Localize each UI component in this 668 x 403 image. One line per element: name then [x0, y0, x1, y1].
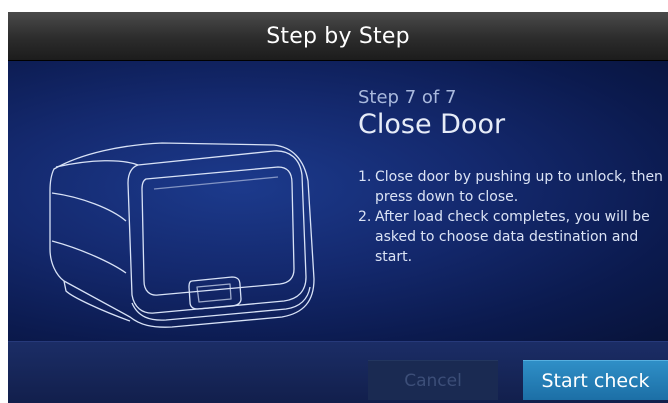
step-counter: Step 7 of 7 — [358, 87, 457, 108]
step-title: Close Door — [358, 109, 506, 140]
instruction-item: 1. Close door by pushing up to unlock, t… — [358, 167, 664, 207]
title-bar: Step by Step — [8, 12, 668, 61]
cancel-button[interactable]: Cancel — [368, 360, 498, 400]
instruction-text: After load check completes, you will be … — [375, 209, 650, 265]
footer-bar: Cancel Start check — [8, 341, 668, 403]
instrument-device-illustration — [49, 142, 315, 328]
instruction-text: Close door by pushing up to unlock, then… — [375, 169, 663, 205]
instruction-list: 1. Close door by pushing up to unlock, t… — [358, 167, 664, 267]
instruction-number: 1. — [358, 169, 372, 185]
instruction-item: 2. After load check completes, you will … — [358, 207, 664, 267]
start-check-button[interactable]: Start check — [523, 360, 668, 400]
screen: Step by Step Step 7 of 7 Close Door 1. C… — [0, 0, 668, 403]
step-content: Step 7 of 7 Close Door 1. Close door by … — [8, 61, 668, 341]
instruction-number: 2. — [358, 209, 372, 225]
page-title: Step by Step — [266, 23, 410, 49]
